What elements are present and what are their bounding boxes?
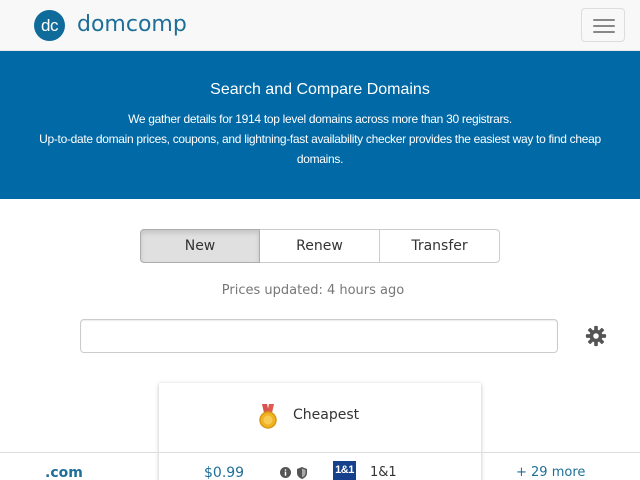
navbar: dc domcomp: [0, 0, 640, 51]
hamburger-icon-bar: [593, 25, 615, 27]
logo-badge[interactable]: dc: [34, 10, 65, 41]
hero-description-line-1: We gather details for 1914 top level dom…: [128, 112, 512, 126]
registrar-name[interactable]: 1&1: [370, 463, 397, 480]
hero-description-line-2: Up-to-date domain prices, coupons, and l…: [39, 132, 601, 146]
tab-new[interactable]: New: [140, 229, 260, 263]
more-registrars-link[interactable]: + 29 more: [516, 463, 585, 480]
hamburger-icon: [593, 19, 615, 21]
hero-banner: Search and Compare Domains We gather det…: [0, 51, 640, 199]
hamburger-icon-bar: [593, 31, 615, 33]
hero-title: Search and Compare Domains: [210, 81, 430, 98]
tab-transfer[interactable]: Transfer: [380, 229, 500, 263]
domain-search-input[interactable]: [80, 319, 558, 353]
info-icon[interactable]: [280, 467, 291, 478]
logo-text[interactable]: domcomp: [77, 10, 187, 40]
price-type-tabs: New Renew Transfer: [140, 229, 500, 263]
tab-renew[interactable]: Renew: [260, 229, 380, 263]
menu-toggle-button[interactable]: [581, 8, 625, 42]
row-divider: [0, 452, 640, 453]
price-link[interactable]: $0.99: [204, 463, 244, 480]
tld-link[interactable]: .com: [45, 463, 83, 480]
gear-icon[interactable]: [585, 325, 607, 347]
registrar-logo[interactable]: 1&1: [333, 461, 356, 480]
medal-icon: [259, 404, 277, 429]
cheapest-label: Cheapest: [293, 407, 360, 423]
hero-description-line-3: domains.: [296, 152, 344, 166]
shield-icon[interactable]: [297, 467, 307, 479]
prices-updated-status: Prices updated: 4 hours ago: [221, 283, 405, 298]
